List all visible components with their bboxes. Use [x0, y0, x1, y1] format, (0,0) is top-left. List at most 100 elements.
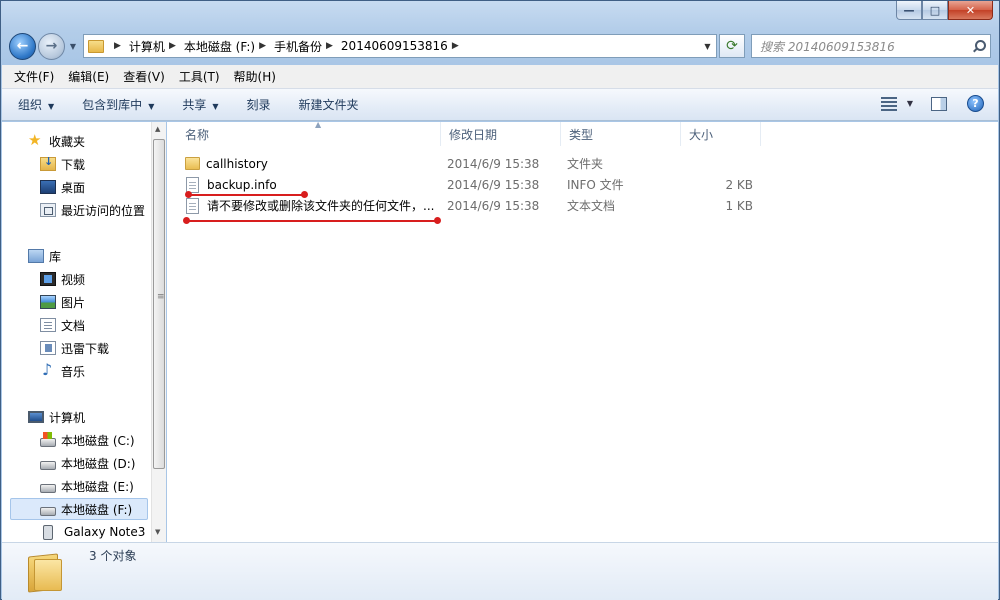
- annotation-underline: [183, 217, 441, 224]
- refresh-button[interactable]: ⟳: [719, 34, 745, 58]
- file-date: 2014/6/9 15:38: [447, 198, 540, 213]
- chevron-down-icon: ▼: [212, 102, 219, 111]
- nav-item-label: Galaxy Note3: [64, 525, 146, 539]
- nav-item-documents[interactable]: 文档: [2, 314, 85, 336]
- menu-file[interactable]: 文件(F): [14, 68, 54, 85]
- include-in-library-label: 包含到库中: [82, 98, 143, 112]
- nav-item-drive-c[interactable]: 本地磁盘 (C:): [2, 429, 135, 451]
- nav-item-xunlei-downloads[interactable]: 迅雷下载: [2, 337, 109, 359]
- file-type: 文本文档: [567, 199, 616, 213]
- nav-favorites-label: 收藏夹: [49, 134, 86, 149]
- menu-help[interactable]: 帮助(H): [234, 68, 276, 85]
- menu-edit[interactable]: 编辑(E): [68, 68, 109, 85]
- column-header-size[interactable]: 大小: [681, 122, 761, 146]
- file-type: 文件夹: [567, 157, 604, 171]
- maximize-button[interactable]: □: [922, 1, 948, 20]
- desktop-icon: [40, 180, 56, 194]
- column-header-name[interactable]: 名称 ▲: [177, 120, 441, 146]
- back-button[interactable]: ←: [9, 32, 36, 60]
- address-bar[interactable]: ▶ 计算机 ▶ 本地磁盘 (F:) ▶ 手机备份 ▶ 2014060915381…: [83, 34, 717, 58]
- breadcrumb-separator[interactable]: ▶: [326, 41, 333, 51]
- nav-item-videos[interactable]: 视频: [2, 268, 85, 290]
- search-icon[interactable]: [973, 40, 986, 52]
- command-bar: 组织 ▼ 包含到库中 ▼ 共享 ▼ 刻录 新建文件夹 ▼ ?: [2, 89, 998, 121]
- nav-item-label: 本地磁盘 (D:): [61, 456, 136, 471]
- column-header-type[interactable]: 类型: [561, 122, 681, 146]
- nav-item-label: 视频: [61, 272, 86, 287]
- organize-button[interactable]: 组织 ▼: [18, 96, 54, 113]
- breadcrumb-separator[interactable]: ▶: [114, 41, 121, 51]
- navigation-scrollbar[interactable]: ▲ ≡ ▼: [151, 122, 166, 542]
- column-header-label: 名称: [185, 127, 210, 142]
- share-button[interactable]: 共享 ▼: [182, 96, 218, 113]
- nav-item-music[interactable]: 音乐: [2, 360, 85, 382]
- search-input[interactable]: 搜索 20140609153816: [751, 34, 991, 58]
- breadcrumb-current-folder[interactable]: 20140609153816: [341, 39, 448, 53]
- nav-item-label: 桌面: [61, 180, 86, 195]
- column-header-date[interactable]: 修改日期: [441, 122, 561, 146]
- annotation-underline: [185, 191, 308, 198]
- view-options-icon[interactable]: [880, 96, 897, 111]
- library-icon: [28, 249, 44, 263]
- nav-computer[interactable]: 计算机: [2, 406, 85, 428]
- breadcrumb-drive-f[interactable]: 本地磁盘 (F:): [184, 38, 255, 55]
- new-folder-button[interactable]: 新建文件夹: [299, 96, 359, 113]
- breadcrumb-computer[interactable]: 计算机: [129, 38, 165, 55]
- nav-libraries[interactable]: 库: [2, 245, 61, 267]
- menu-tools[interactable]: 工具(T): [179, 68, 220, 85]
- nav-item-desktop[interactable]: 桌面: [2, 176, 85, 198]
- scroll-up-arrow-icon[interactable]: ▲: [155, 125, 160, 133]
- music-note-icon: [40, 360, 56, 379]
- menu-view[interactable]: 查看(V): [123, 68, 165, 85]
- column-headers: 名称 ▲ 修改日期 类型 大小: [167, 120, 998, 146]
- folder-icon: [185, 157, 200, 170]
- star-icon: [28, 131, 44, 149]
- view-options-dropdown[interactable]: ▼: [907, 99, 913, 108]
- folder-icon: [88, 39, 104, 53]
- scroll-down-arrow-icon[interactable]: ▼: [155, 528, 160, 536]
- help-icon[interactable]: ?: [967, 95, 984, 112]
- file-size: [687, 153, 753, 174]
- nav-item-drive-e[interactable]: 本地磁盘 (E:): [2, 475, 134, 497]
- nav-favorites[interactable]: 收藏夹: [2, 130, 85, 152]
- breadcrumb-phone-backup[interactable]: 手机备份: [274, 38, 322, 55]
- nav-item-recent-places[interactable]: 最近访问的位置: [2, 199, 145, 221]
- nav-item-pictures[interactable]: 图片: [2, 291, 85, 313]
- include-in-library-button[interactable]: 包含到库中 ▼: [82, 96, 154, 113]
- forward-button[interactable]: →: [38, 32, 65, 60]
- breadcrumb-separator[interactable]: ▶: [452, 41, 459, 51]
- close-button[interactable]: ✕: [948, 1, 993, 20]
- breadcrumb-separator[interactable]: ▶: [259, 41, 266, 51]
- preview-pane-icon[interactable]: [931, 96, 947, 111]
- search-placeholder: 搜索 20140609153816: [760, 39, 895, 54]
- scrollbar-thumb[interactable]: ≡: [153, 139, 165, 469]
- minimize-button[interactable]: —: [896, 1, 922, 20]
- breadcrumb-separator[interactable]: ▶: [169, 41, 176, 51]
- table-row[interactable]: callhistory 2014/6/9 15:38 文件夹: [167, 153, 767, 174]
- nav-item-downloads[interactable]: 下载: [2, 153, 85, 175]
- nav-item-galaxy-note3[interactable]: Galaxy Note3: [2, 521, 145, 543]
- text-file-icon: [186, 197, 199, 214]
- file-size: 1 KB: [725, 198, 753, 213]
- computer-icon: [28, 411, 44, 423]
- nav-item-label: 音乐: [61, 364, 86, 379]
- view-controls: ▼ ?: [880, 95, 984, 112]
- burn-button[interactable]: 刻录: [247, 96, 271, 113]
- downloads-folder-icon: [40, 155, 56, 171]
- recent-pages-dropdown[interactable]: ▼: [67, 42, 79, 51]
- address-history-dropdown[interactable]: ▼: [698, 41, 716, 51]
- nav-item-drive-f[interactable]: 本地磁盘 (F:): [10, 498, 148, 520]
- table-row[interactable]: 请不要修改或删除该文件夹的任何文件，... 2014/6/9 15:38 文本文…: [167, 195, 767, 216]
- nav-computer-label: 计算机: [49, 410, 86, 425]
- file-name: backup.info: [207, 177, 277, 192]
- large-folder-icon: [28, 551, 66, 593]
- drive-icon: [40, 483, 56, 493]
- table-row[interactable]: backup.info 2014/6/9 15:38 INFO 文件 2 KB: [167, 174, 767, 195]
- drive-icon: [40, 506, 56, 516]
- nav-item-drive-d[interactable]: 本地磁盘 (D:): [2, 452, 135, 474]
- column-header-label: 大小: [689, 127, 714, 142]
- file-name: callhistory: [206, 156, 268, 171]
- documents-library-icon: [40, 318, 56, 332]
- grip-icon: ≡: [157, 292, 165, 302]
- address-row: ← → ▼ ▶ 计算机 ▶ 本地磁盘 (F:) ▶ 手机备份 ▶ 2014060…: [9, 31, 991, 61]
